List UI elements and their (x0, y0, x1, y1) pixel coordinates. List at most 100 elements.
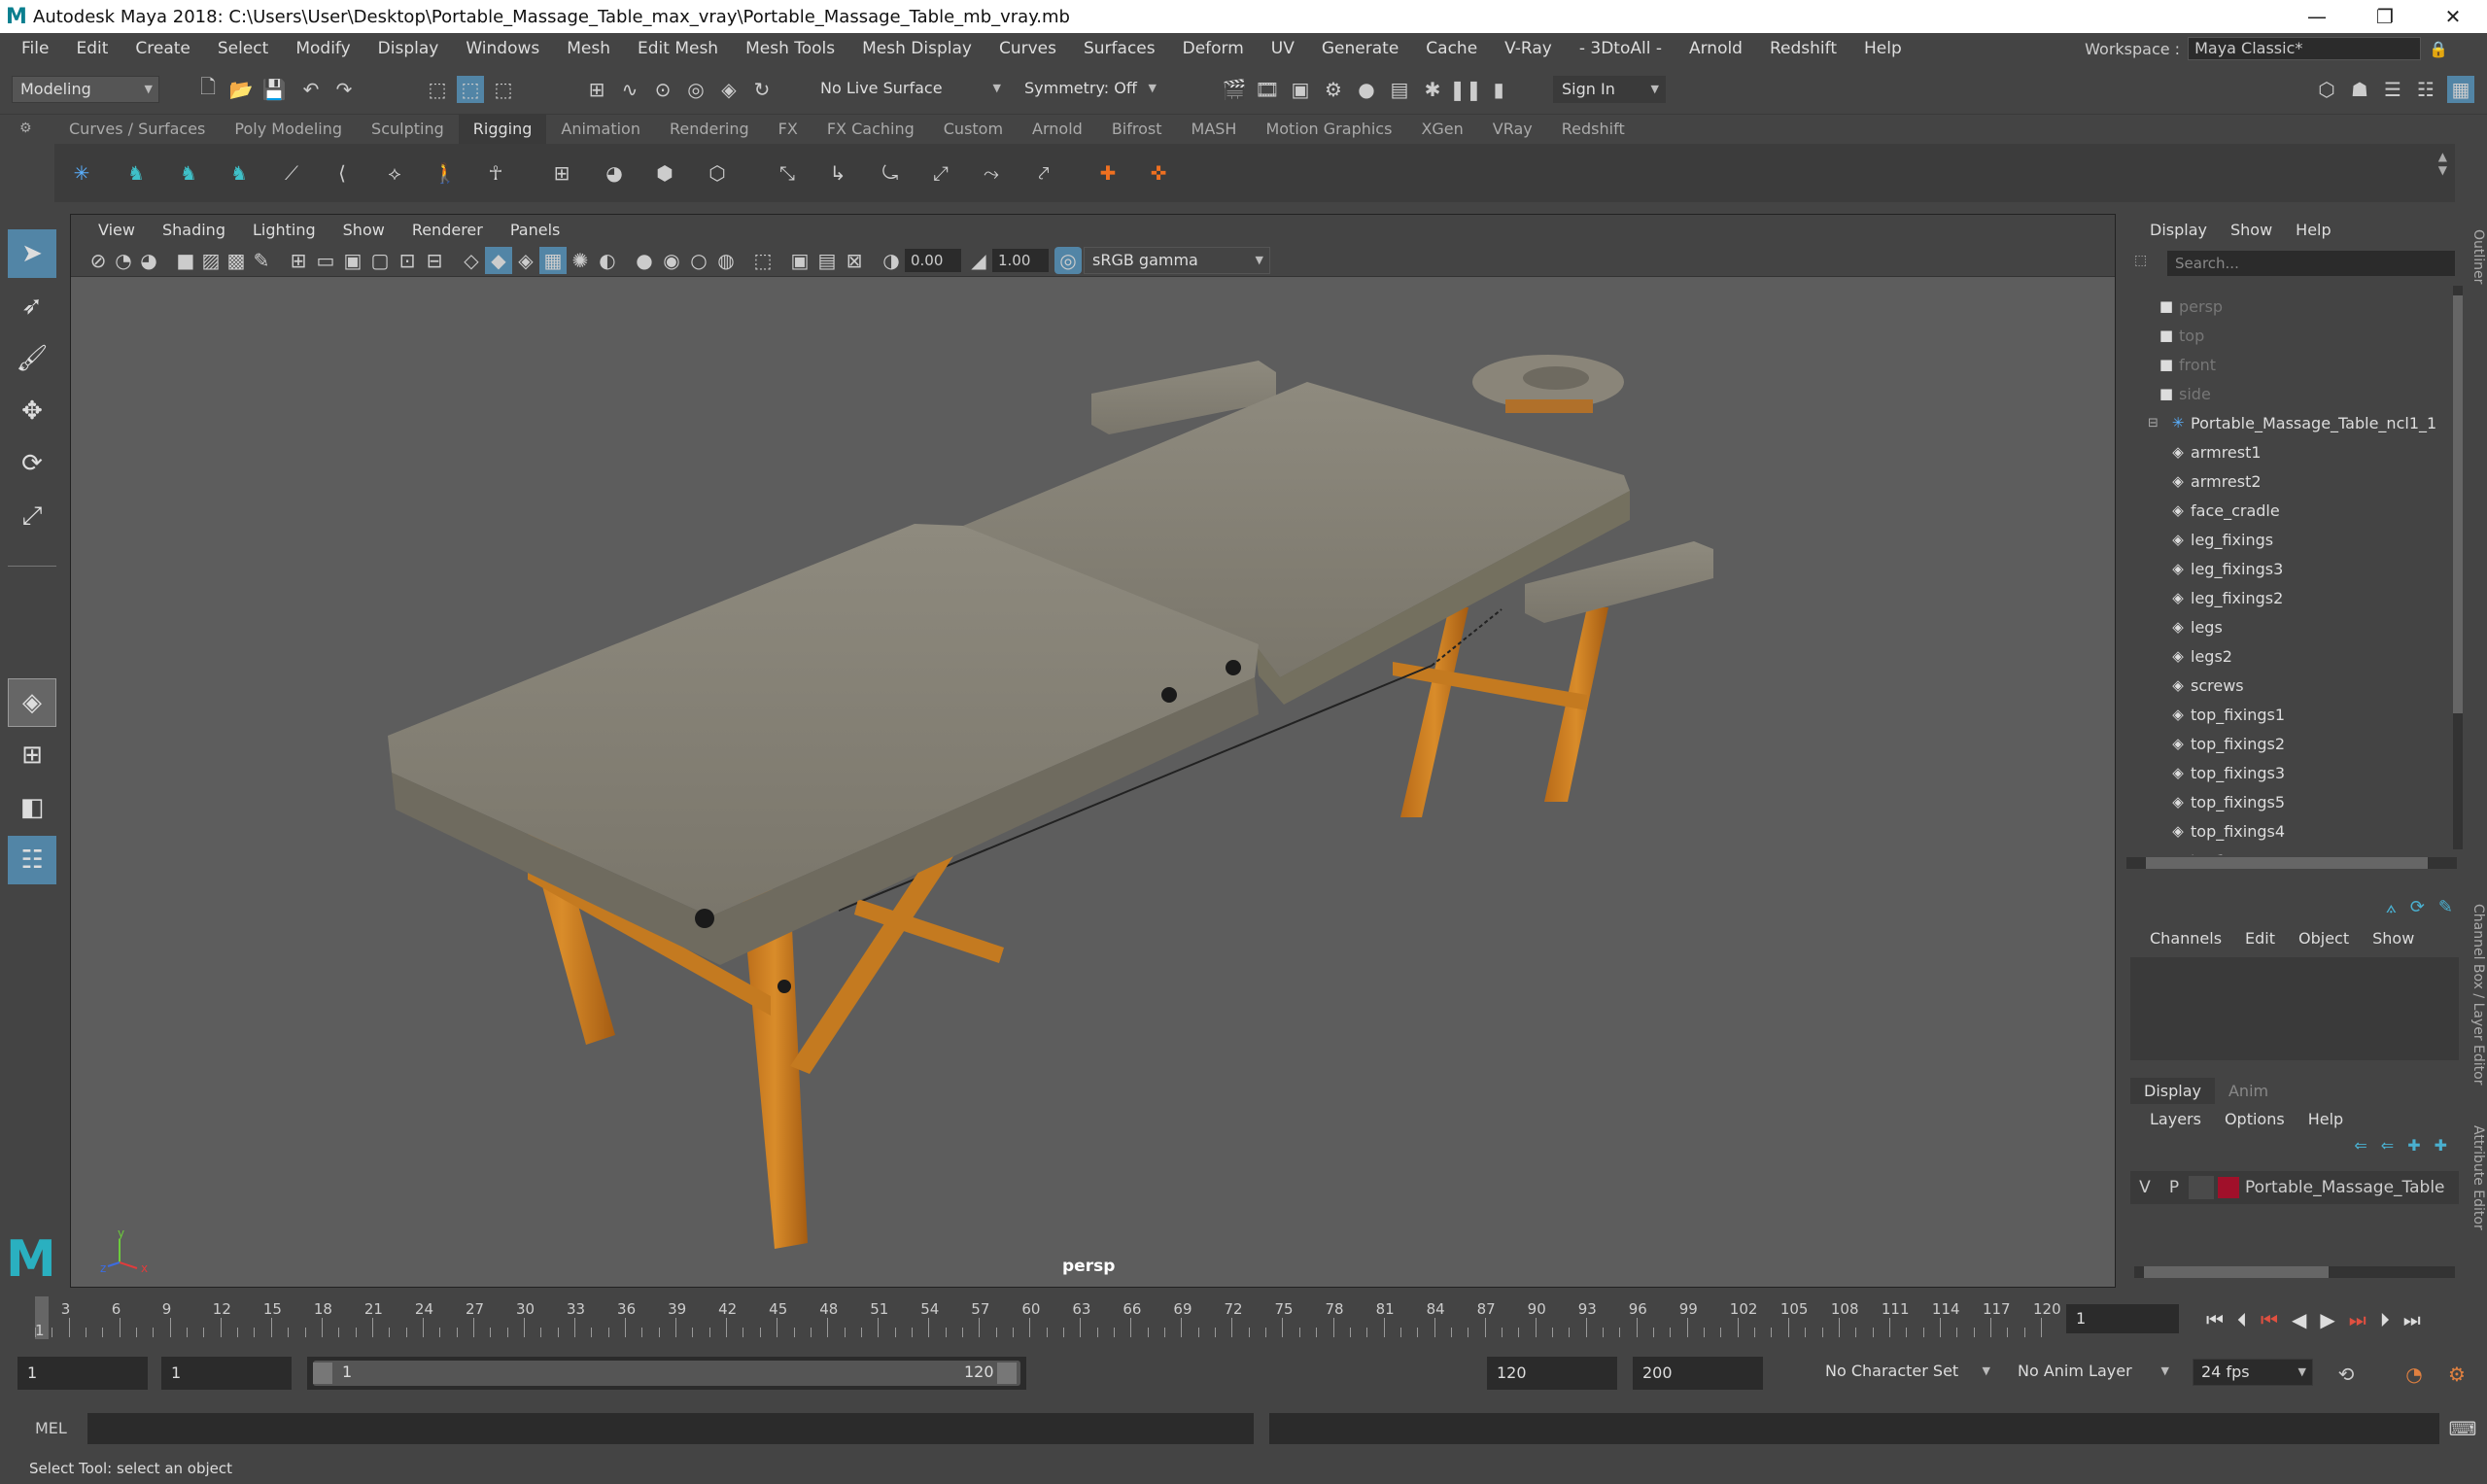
step-forward-key-icon[interactable]: ⏭ (2349, 1308, 2366, 1331)
shelf-tab-animation[interactable]: Animation (546, 115, 655, 144)
outliner-item[interactable]: ◈ top_fixings3 (2165, 758, 2285, 787)
layer-row[interactable]: V P Portable_Massage_Table (2130, 1171, 2459, 1204)
menu-display[interactable]: Display (364, 39, 453, 58)
outliner-vertical-scrollbar[interactable] (2453, 286, 2463, 849)
menu-deform[interactable]: Deform (1169, 39, 1258, 58)
outliner-item[interactable]: ◈ top_fixings5 (2165, 787, 2285, 816)
outliner-item[interactable]: ■ persp (2154, 292, 2223, 321)
two-d-pan-icon[interactable]: ▩ (223, 247, 250, 274)
gate-mask-icon[interactable]: ▢ (366, 247, 394, 274)
shelf-tab-poly-modeling[interactable]: Poly Modeling (220, 115, 357, 144)
shelf-tab-redshift[interactable]: Redshift (1547, 115, 1640, 144)
gamma-field[interactable]: 1.00 (992, 249, 1049, 272)
outliner-layout-icon[interactable]: ☷ (8, 836, 56, 884)
ik-handle-icon[interactable]: ⟋ (278, 159, 305, 187)
grid-icon[interactable]: ⊞ (285, 247, 312, 274)
camera-attributes-icon[interactable]: ◔ (110, 247, 137, 274)
loop-playback-icon[interactable]: ⟲ (2332, 1361, 2360, 1388)
textured-icon[interactable]: ▦ (539, 247, 567, 274)
channel-key-icon[interactable]: ⟑ (2386, 897, 2397, 917)
menu-mesh-display[interactable]: Mesh Display (848, 39, 985, 58)
channel-menu-channels[interactable]: Channels (2138, 929, 2233, 948)
orient-constraint-icon[interactable]: ⤢ (927, 159, 954, 187)
outliner-item[interactable]: ■ front (2154, 350, 2216, 379)
layer-scrollbar[interactable] (2134, 1266, 2455, 1278)
menu-generate[interactable]: Generate (1308, 39, 1412, 58)
stop-render-icon[interactable]: ▮ (1485, 76, 1512, 103)
sign-in-dropdown[interactable]: Sign In (1553, 76, 1666, 103)
go-to-start-icon[interactable]: ⏮ (2206, 1308, 2224, 1331)
shelf-tab-curves-surfaces[interactable]: Curves / Surfaces (54, 115, 220, 144)
skeleton-icon[interactable]: ☥ (482, 159, 509, 187)
render-frame-icon[interactable]: 🎞 (1254, 76, 1281, 103)
menu-create[interactable]: Create (121, 39, 204, 58)
light-editor-icon[interactable]: ✱ (1419, 76, 1446, 103)
channel-menu-edit[interactable]: Edit (2233, 929, 2287, 948)
menu-mesh[interactable]: Mesh (553, 39, 624, 58)
go-to-end-icon[interactable]: ⏭ (2403, 1308, 2421, 1331)
menu-windows[interactable]: Windows (452, 39, 553, 58)
menu-edit[interactable]: Edit (62, 39, 121, 58)
point-constraint-icon[interactable]: ⤿ (877, 159, 904, 187)
menu-select[interactable]: Select (204, 39, 282, 58)
select-object-icon[interactable]: ⬚ (457, 76, 484, 103)
current-frame-field[interactable]: 1 (2066, 1304, 2179, 1333)
humanik-3-icon[interactable]: ♞ (225, 159, 253, 187)
menu-file[interactable]: File (8, 39, 62, 58)
attribute-editor-side-tab[interactable]: Attribute Editor (2469, 1125, 2486, 1230)
restore-icon[interactable]: ❐ (2351, 0, 2419, 33)
locator-icon[interactable]: ⤡ (774, 159, 801, 187)
ipr-render-icon[interactable]: ▣ (1287, 76, 1314, 103)
grease-pencil-icon[interactable]: ✎ (248, 247, 275, 274)
xray-active-icon[interactable]: ▤ (813, 247, 841, 274)
gamma-icon[interactable]: ◢ (965, 247, 992, 274)
channel-menu-show[interactable]: Show (2361, 929, 2426, 948)
animation-preferences-icon[interactable]: ⚙ (2443, 1361, 2470, 1388)
snap-view-icon[interactable]: ◎ (682, 76, 709, 103)
bind-skin-icon[interactable]: ⟡ (381, 159, 408, 187)
outliner-horizontal-scrollbar[interactable] (2126, 857, 2457, 869)
outliner-item[interactable]: ◈ armrest2 (2165, 466, 2261, 496)
render-settings-icon[interactable]: ⚙ (1320, 76, 1347, 103)
layer-visibility-toggle[interactable]: V (2130, 1178, 2159, 1197)
joint-tool-icon[interactable]: ✳ (68, 159, 95, 187)
viewport-menu-renderer[interactable]: Renderer (398, 221, 497, 239)
save-scene-icon[interactable]: 💾 (260, 76, 288, 103)
shadows-icon[interactable]: ◐ (594, 247, 621, 274)
shelf-tab-motion-graphics[interactable]: Motion Graphics (1251, 115, 1406, 144)
menu-modify[interactable]: Modify (282, 39, 363, 58)
play-backwards-icon[interactable]: ◀ (2292, 1308, 2306, 1331)
tool-settings-toggle-icon[interactable]: ☷ (2412, 76, 2439, 103)
field-chart-icon[interactable]: ⊡ (394, 247, 421, 274)
layer-playback-toggle[interactable]: P (2159, 1178, 2189, 1197)
step-back-frame-icon[interactable]: ⏴ (2237, 1308, 2247, 1331)
layer-menu-layers[interactable]: Layers (2138, 1110, 2213, 1128)
script-editor-icon[interactable]: ⌨ (2449, 1415, 2477, 1442)
isolate-select-icon[interactable]: ⬚ (749, 247, 777, 274)
viewport-persp[interactable]: View Shading Lighting Show Renderer Panels ⊘ … (70, 214, 2116, 1288)
outliner-item[interactable]: ◈ armrest1 (2165, 437, 2261, 466)
viewport-menu-shading[interactable]: Shading (149, 221, 239, 239)
outliner-item[interactable]: ◈ top_fixings2 (2165, 729, 2285, 758)
outliner-item[interactable]: ◈ legs (2165, 612, 2223, 641)
open-scene-icon[interactable]: 📂 (227, 76, 255, 103)
outliner-item[interactable]: ⊟ ✳ Portable_Massage_Table_ncl1_1 (2148, 408, 2436, 437)
shelf-tab-vray[interactable]: VRay (1478, 115, 1547, 144)
select-tool-icon[interactable]: ➤ (8, 229, 56, 278)
playback-start-field[interactable]: 1 (161, 1357, 292, 1390)
menu-edit-mesh[interactable]: Edit Mesh (624, 39, 732, 58)
camera-icon[interactable]: ■ (172, 247, 199, 274)
menu-mesh-tools[interactable]: Mesh Tools (732, 39, 848, 58)
render-setup-icon[interactable]: ▤ (1386, 76, 1413, 103)
single-perspective-layout-icon[interactable]: ◈ (8, 678, 56, 727)
viewport-menu-view[interactable]: View (85, 221, 149, 239)
snap-surface-icon[interactable]: ◈ (715, 76, 743, 103)
smooth-shade-icon[interactable]: ◆ (485, 247, 512, 274)
cluster-icon[interactable]: ◕ (601, 159, 628, 187)
attribute-editor-toggle-icon[interactable]: ☰ (2379, 76, 2406, 103)
shelf-tab-xgen[interactable]: XGen (1406, 115, 1477, 144)
layer-tab-anim[interactable]: Anim (2215, 1078, 2282, 1104)
move-layer-down-icon[interactable]: ⇐ (2381, 1136, 2394, 1155)
close-icon[interactable]: ✕ (2419, 0, 2487, 33)
resolution-gate-icon[interactable]: ▣ (339, 247, 366, 274)
